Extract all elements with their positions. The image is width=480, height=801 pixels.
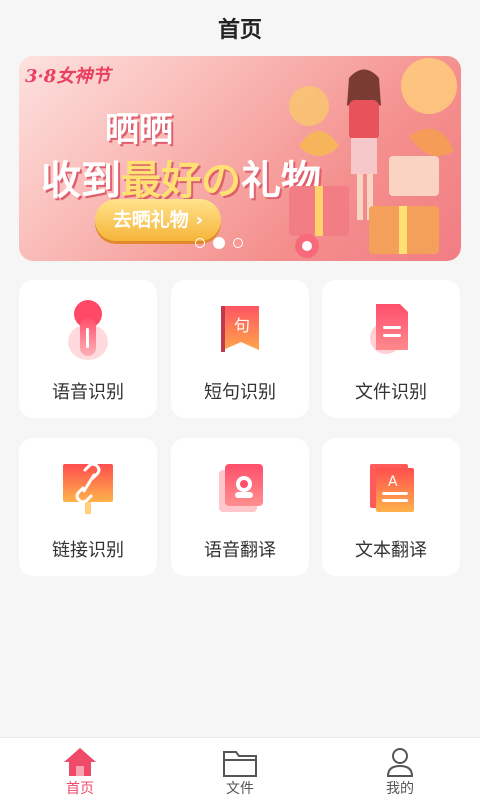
feature-file-recognition[interactable]: 文件识别: [322, 280, 460, 418]
tab-label: 首页: [66, 781, 94, 797]
banner-headline-2a: 收到: [41, 158, 121, 204]
feature-link-recognition[interactable]: 链接识别: [19, 438, 157, 576]
tab-home[interactable]: 首页: [0, 738, 160, 801]
tab-label: 文件: [226, 781, 254, 797]
bottom-tab-bar: 首页 文件 我的: [0, 737, 480, 801]
tab-files[interactable]: 文件: [160, 738, 320, 801]
link-icon: [63, 462, 113, 514]
feature-label: 语音翻译: [204, 540, 276, 561]
document-icon: [370, 304, 408, 354]
feature-sentence-recognition[interactable]: 句 短句识别: [171, 280, 309, 418]
pagination-dot[interactable]: [233, 238, 243, 248]
sentence-icon: 句: [221, 306, 259, 352]
feature-label: 文本翻译: [355, 540, 427, 561]
folder-icon: [223, 751, 257, 777]
feature-label: 链接识别: [52, 540, 124, 561]
svg-text:A: A: [388, 474, 398, 490]
svg-text:句: 句: [234, 316, 250, 335]
feature-label: 短句识别: [204, 382, 276, 403]
tab-label: 我的: [386, 781, 414, 797]
tab-profile[interactable]: 我的: [320, 738, 480, 801]
profile-icon: [386, 748, 414, 777]
microphone-icon: [68, 300, 108, 360]
feature-voice-translation[interactable]: 语音翻译: [171, 438, 309, 576]
banner-illustration: [289, 58, 457, 258]
voice-translate-icon: [219, 464, 263, 512]
page-title: 首页: [217, 18, 262, 43]
feature-label: 语音识别: [52, 382, 124, 403]
banner-pagination: [195, 237, 243, 249]
feature-voice-recognition[interactable]: 语音识别: [19, 280, 157, 418]
banner-cta-button[interactable]: 去晒礼物 ›: [95, 199, 221, 241]
banner-headline-highlight: 最好の: [121, 158, 241, 204]
text-translate-icon: A: [370, 464, 414, 512]
promo-banner[interactable]: 3·8女神节 晒晒 收到最好の礼物 去晒礼物 ›: [19, 56, 461, 261]
pagination-dot[interactable]: [195, 238, 205, 248]
home-icon: [64, 748, 96, 776]
banner-headline-1: 晒晒: [105, 110, 173, 150]
banner-tag: 3·8女神节: [25, 66, 111, 87]
feature-label: 文件识别: [355, 382, 427, 403]
feature-text-translation[interactable]: A 文本翻译: [322, 438, 460, 576]
pagination-dot-active[interactable]: [213, 237, 225, 249]
